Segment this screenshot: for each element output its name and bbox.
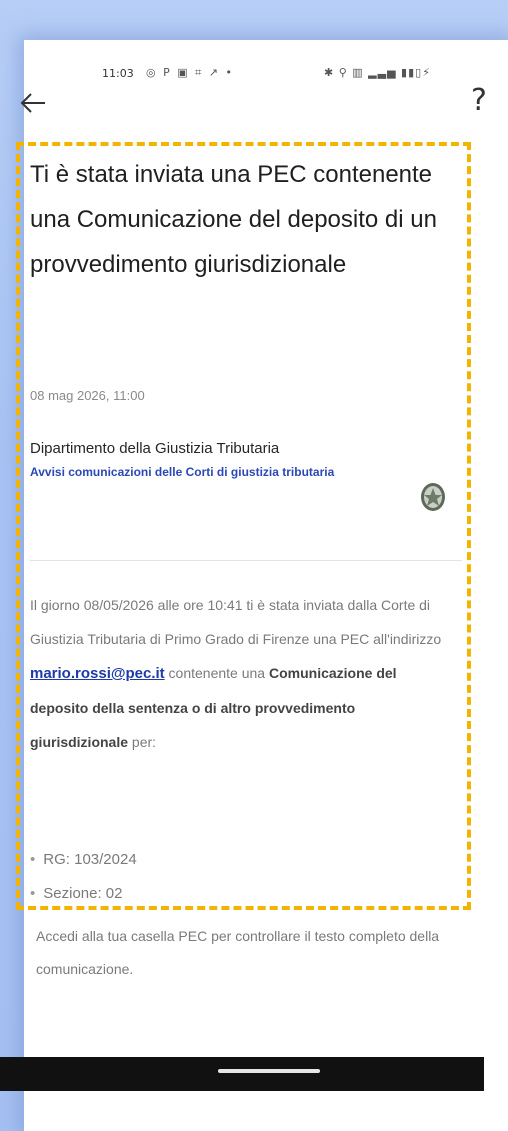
help-button[interactable]: ? <box>464 83 494 119</box>
status-time: 11:03 <box>102 67 134 80</box>
navigation-bar <box>0 1057 484 1091</box>
notification-body: Il giorno 08/05/2026 alle ore 10:41 ti è… <box>30 588 455 759</box>
body-text-part2: contenente una <box>164 665 269 681</box>
home-gesture-handle[interactable] <box>218 1069 320 1073</box>
sender-block: Dipartimento della Giustizia Tributaria … <box>30 436 430 483</box>
notification-title: Ti è stata inviata una PEC contenente un… <box>30 161 437 278</box>
sender-name: Dipartimento della Giustizia Tributaria <box>30 440 280 457</box>
details-list: RG: 103/2024 Sezione: 02 <box>30 843 430 911</box>
detail-sezione: Sezione: 02 <box>30 877 430 911</box>
notification-date: 08 mag 2026, 11:00 <box>30 388 145 403</box>
sender-service-link[interactable]: Avvisi comunicazioni delle Corti di gius… <box>30 461 430 483</box>
status-notification-icons: ◎ P ▣ ⌗ ↗ • <box>146 66 235 79</box>
status-system-icons: ✱ ⚲ ▥ ▂▃▅ ▮▮▯⚡ <box>324 66 431 79</box>
body-text-part3: per: <box>128 734 157 750</box>
pec-email-link[interactable]: mario.rossi@pec.it <box>30 665 165 682</box>
footer-instructions: Accedi alla tua casella PEC per controll… <box>36 928 440 977</box>
back-arrow-icon[interactable] <box>18 88 48 118</box>
body-text-part1: Il giorno 08/05/2026 alle ore 10:41 ti è… <box>30 597 442 647</box>
detail-rg: RG: 103/2024 <box>30 843 430 877</box>
republic-seal-icon <box>419 480 447 514</box>
section-divider <box>30 560 462 561</box>
status-bar: 11:03 ◎ P ▣ ⌗ ↗ • ✱ ⚲ ▥ ▂▃▅ ▮▮▯⚡ <box>24 64 508 86</box>
